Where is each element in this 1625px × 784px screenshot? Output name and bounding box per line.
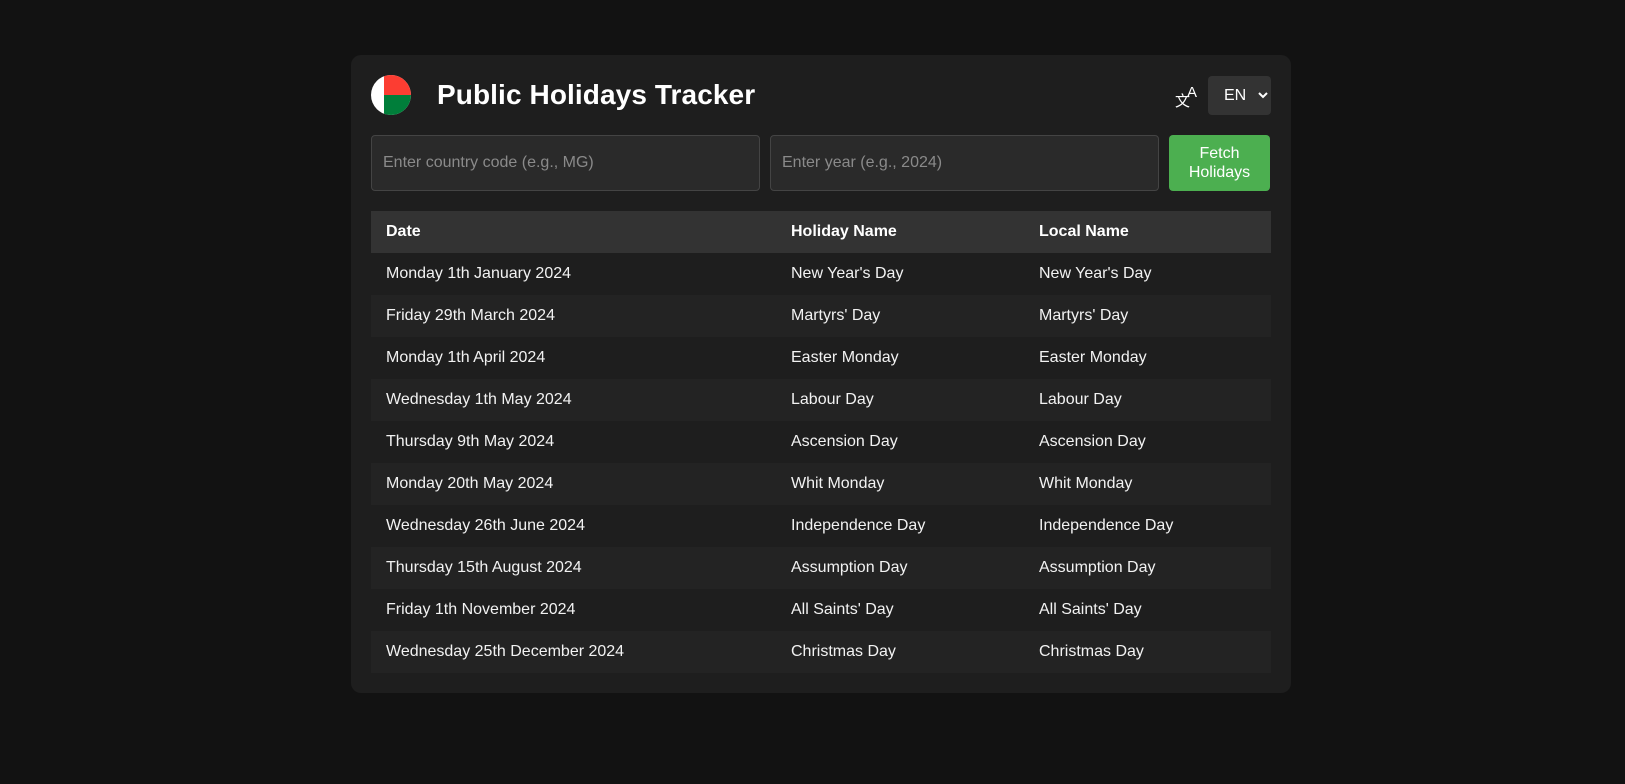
table-header-row: Date Holiday Name Local Name bbox=[371, 211, 1271, 253]
date-cell: Wednesday 25th December 2024 bbox=[386, 643, 625, 660]
holiday-name-cell: Ascension Day bbox=[791, 433, 898, 450]
local-name-cell: Martyrs' Day bbox=[1039, 307, 1129, 324]
date-cell: Friday 29th March 2024 bbox=[386, 307, 555, 324]
local-name-cell: Independence Day bbox=[1039, 517, 1174, 534]
date-cell: Friday 1th November 2024 bbox=[386, 601, 576, 618]
date-cell: Thursday 9th May 2024 bbox=[386, 433, 555, 450]
date-cell: Wednesday 26th June 2024 bbox=[386, 517, 585, 534]
local-name-cell: Ascension Day bbox=[1039, 433, 1146, 450]
table-row: Friday 1th November 2024 All Saints' Day… bbox=[371, 589, 1271, 631]
holidays-card: Public Holidays Tracker 文 A EN Fetch Hol… bbox=[351, 55, 1291, 693]
local-name-cell: Assumption Day bbox=[1039, 559, 1156, 576]
holiday-name-cell: Independence Day bbox=[791, 517, 926, 534]
holiday-name-cell: Martyrs' Day bbox=[791, 307, 881, 324]
column-header-local-name: Local Name bbox=[1039, 223, 1129, 240]
table-row: Monday 1th April 2024 Easter Monday East… bbox=[371, 337, 1271, 379]
date-cell: Monday 20th May 2024 bbox=[386, 475, 554, 492]
holiday-name-cell: Easter Monday bbox=[791, 349, 899, 366]
holiday-name-cell: Whit Monday bbox=[791, 475, 885, 492]
language-select[interactable]: EN bbox=[1208, 75, 1271, 115]
date-cell: Wednesday 1th May 2024 bbox=[386, 391, 572, 408]
table-row: Wednesday 1th May 2024 Labour Day Labour… bbox=[371, 379, 1271, 421]
table-row: Friday 29th March 2024 Martyrs' Day Mart… bbox=[371, 295, 1271, 337]
local-name-cell: Christmas Day bbox=[1039, 643, 1144, 660]
local-name-cell: All Saints' Day bbox=[1039, 601, 1142, 618]
madagascar-flag-icon bbox=[371, 75, 411, 115]
table-row: Monday 1th January 2024 New Year's Day N… bbox=[371, 253, 1271, 295]
country-code-input[interactable] bbox=[371, 135, 760, 191]
table-row: Monday 20th May 2024 Whit Monday Whit Mo… bbox=[371, 463, 1271, 505]
column-header-date: Date bbox=[386, 223, 421, 240]
local-name-cell: Whit Monday bbox=[1039, 475, 1133, 492]
date-cell: Monday 1th January 2024 bbox=[386, 265, 572, 282]
holiday-name-cell: Labour Day bbox=[791, 391, 874, 408]
holiday-name-cell: New Year's Day bbox=[791, 265, 904, 282]
local-name-cell: New Year's Day bbox=[1039, 265, 1152, 282]
year-input[interactable] bbox=[770, 135, 1159, 191]
column-header-holiday-name: Holiday Name bbox=[791, 223, 897, 240]
table-row: Wednesday 25th December 2024 Christmas D… bbox=[371, 631, 1271, 673]
date-cell: Monday 1th April 2024 bbox=[386, 349, 546, 366]
holiday-name-cell: All Saints' Day bbox=[791, 601, 894, 618]
date-cell: Thursday 15th August 2024 bbox=[386, 559, 582, 576]
translate-icon: 文 A bbox=[1175, 84, 1197, 108]
table-row: Thursday 15th August 2024 Assumption Day… bbox=[371, 547, 1271, 589]
local-name-cell: Labour Day bbox=[1039, 391, 1122, 408]
holidays-table: Date Holiday Name Local Name Monday 1th … bbox=[371, 211, 1271, 673]
table-row: Thursday 9th May 2024 Ascension Day Asce… bbox=[371, 421, 1271, 463]
fetch-holidays-button[interactable]: Fetch Holidays bbox=[1169, 135, 1270, 191]
search-controls: Fetch Holidays bbox=[371, 135, 1271, 191]
table-row: Wednesday 26th June 2024 Independence Da… bbox=[371, 505, 1271, 547]
page-title: Public Holidays Tracker bbox=[437, 79, 756, 110]
language-switcher: 文 A EN bbox=[1174, 75, 1271, 115]
local-name-cell: Easter Monday bbox=[1039, 349, 1147, 366]
svg-text:A: A bbox=[1187, 84, 1197, 101]
header: Public Holidays Tracker 文 A EN bbox=[371, 75, 1271, 115]
holiday-name-cell: Assumption Day bbox=[791, 559, 908, 576]
brand: Public Holidays Tracker bbox=[371, 75, 755, 115]
holiday-name-cell: Christmas Day bbox=[791, 643, 896, 660]
